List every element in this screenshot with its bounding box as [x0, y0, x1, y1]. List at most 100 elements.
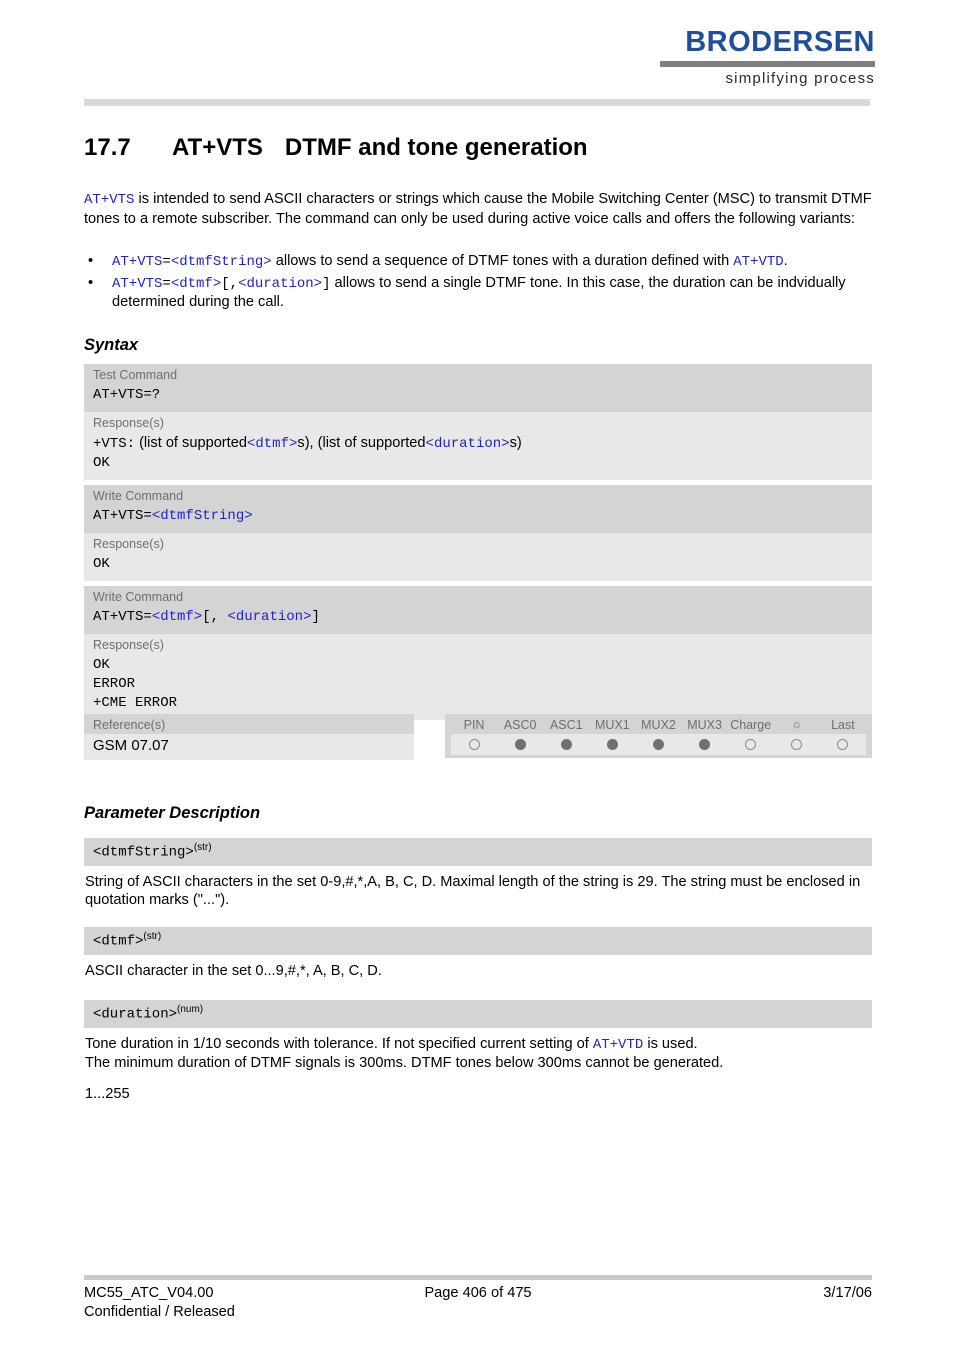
- response-line: +VTS: (list of supported<dtmf>s), (list …: [93, 434, 863, 454]
- command-bracket-open: [,: [202, 609, 228, 625]
- page-title: 17.7 AT+VTS DTMF and tone generation: [84, 134, 588, 162]
- response-line: OK: [93, 657, 110, 673]
- intro-command-ref: AT+VTS: [84, 192, 135, 208]
- reference-value: GSM 07.07: [84, 734, 414, 760]
- header-rule: [84, 99, 870, 106]
- logo-wordmark: BRODERSEN: [685, 26, 875, 58]
- duration-command-ref: AT+VTD: [592, 1036, 644, 1053]
- indicator-header-asc0: ASC0: [503, 718, 537, 732]
- dot-on-icon: [514, 739, 526, 750]
- command-label: Write Command: [93, 590, 184, 604]
- duration-text-2: is used.: [643, 1035, 698, 1052]
- indicator-cell-asc1: [543, 739, 589, 750]
- indicator-cell-alarm: [774, 739, 820, 750]
- footer-rule: [84, 1275, 872, 1280]
- response-text-2: s), (list of supported: [297, 435, 426, 451]
- brodersen-logo: BRODERSEN simplifying process: [660, 28, 875, 87]
- response-label: Response(s): [93, 638, 164, 652]
- response-param-1: <dtmf>: [246, 436, 298, 452]
- command-value: AT+VTS=<dtmfString>: [84, 505, 872, 533]
- parameter-name: <duration>: [93, 1006, 178, 1023]
- parameter-name: <dtmf>: [93, 933, 144, 950]
- indicator-header-row: PIN ASC0 ASC1 MUX1 MUX2 MUX3 Charge ☼ La…: [445, 714, 872, 734]
- indicator-cell-mux3: [682, 739, 728, 750]
- parameter-name: <dtmfString>: [93, 844, 194, 861]
- list-item: • AT+VTS=<dtmf>[,<duration>] allows to se…: [84, 274, 872, 312]
- syntax-group-write-command-string: Write Command AT+VTS=<dtmfString> Respon…: [84, 485, 872, 581]
- bullet-param: <dtmfString>: [170, 254, 272, 270]
- response-text-1: (list of supported: [135, 435, 247, 451]
- command-block: Test Command AT+VTS=?: [84, 364, 872, 412]
- list-item: • AT+VTS=<dtmfString> allows to send a se…: [84, 252, 872, 272]
- response-param-2: <duration>: [425, 436, 510, 452]
- section-command: AT+VTS: [172, 134, 263, 161]
- variant-list: • AT+VTS=<dtmfString> allows to send a se…: [84, 252, 872, 314]
- footer-date: 3/17/06: [823, 1285, 872, 1301]
- response-block: Response(s) +VTS: (list of supported<dtm…: [84, 412, 872, 480]
- dot-off-icon: [837, 739, 849, 750]
- response-label: Response(s): [93, 416, 164, 430]
- syntax-group-test-command: Test Command AT+VTS=? Response(s) +VTS: …: [84, 364, 872, 480]
- response-value: +VTS: (list of supported<dtmf>s), (list …: [84, 432, 872, 480]
- command-bracket-close: ]: [311, 609, 320, 625]
- dot-on-icon: [606, 739, 618, 750]
- parameter-name-bar: <dtmf>(str): [84, 927, 872, 955]
- indicator-cell-mux1: [589, 739, 635, 750]
- logo-divider-bar: [660, 61, 875, 67]
- parameter-block-dtmf: <dtmf>(str) ASCII character in the set 0…: [84, 927, 872, 980]
- capability-indicator-table: PIN ASC0 ASC1 MUX1 MUX2 MUX3 Charge ☼ La…: [445, 714, 872, 758]
- command-block: Write Command AT+VTS=<dtmf>[, <duration>…: [84, 586, 872, 634]
- indicator-cell-pin: [451, 739, 497, 750]
- response-block: Response(s) OK ERROR +CME ERROR: [84, 634, 872, 720]
- intro-paragraph: AT+VTS is intended to send ASCII charact…: [84, 190, 872, 228]
- dot-off-icon: [745, 739, 757, 750]
- dot-off-icon: [468, 739, 480, 750]
- response-line: ERROR: [93, 676, 136, 692]
- response-text-3: s): [509, 435, 522, 451]
- bullet-tail: .: [783, 253, 788, 269]
- parameter-type: (num): [177, 1004, 204, 1015]
- logo-tagline: simplifying process: [725, 70, 875, 87]
- dot-on-icon: [560, 739, 572, 750]
- command-label: Write Command: [93, 489, 184, 503]
- response-label: Response(s): [93, 537, 164, 551]
- indicator-header-mux2: MUX2: [641, 718, 676, 732]
- intro-body-text: is intended to send ASCII characters or …: [84, 191, 872, 227]
- indicator-header-mux1: MUX1: [595, 718, 630, 732]
- reference-box: Reference(s) GSM 07.07: [84, 714, 414, 760]
- indicator-header-mux3: MUX3: [687, 718, 722, 732]
- command-value: AT+VTS=<dtmf>[, <duration>]: [84, 606, 872, 634]
- section-number: 17.7: [84, 134, 131, 161]
- bullet-reference: AT+VTD: [733, 254, 784, 270]
- command-param: <dtmf>: [151, 609, 203, 625]
- reference-indicator-row: Reference(s) GSM 07.07 PIN ASC0 ASC1 MUX…: [84, 714, 872, 766]
- footer-line-1: MC55_ATC_V04.00 Page 406 of 475 3/17/06: [84, 1284, 872, 1303]
- parameter-description: ASCII character in the set 0...9,#,*, A,…: [85, 962, 382, 979]
- bullet-equals: =: [162, 275, 171, 292]
- footer-page-number: Page 406 of 475: [424, 1285, 532, 1301]
- dot-on-icon: [699, 739, 711, 750]
- response-line: +CME ERROR: [93, 695, 178, 711]
- parameter-description-line-1: Tone duration in 1/10 seconds with toler…: [85, 1035, 871, 1055]
- parameter-description-heading: Parameter Description: [84, 804, 261, 822]
- dot-on-icon: [652, 739, 664, 750]
- parameter-description-line-2: The minimum duration of DTMF signals is …: [85, 1055, 724, 1072]
- syntax-heading: Syntax: [84, 336, 139, 354]
- indicator-header-charge: Charge: [730, 718, 772, 732]
- command-label: Test Command: [93, 368, 178, 382]
- parameter-description: String of ASCII characters in the set 0-…: [85, 873, 861, 909]
- bullet-equals: =: [162, 254, 171, 270]
- bullet-param-2: <duration>: [238, 275, 323, 292]
- parameter-range: 1...255: [85, 1085, 130, 1102]
- command-param-2: <duration>: [227, 609, 312, 625]
- syntax-table: Test Command AT+VTS=? Response(s) +VTS: …: [84, 364, 872, 725]
- command-param: <dtmfString>: [151, 508, 253, 524]
- bullet-bracket-open: [,: [221, 275, 239, 292]
- parameter-block-dtmfstring: <dtmfString>(str) String of ASCII charac…: [84, 838, 872, 910]
- parameter-description: Tone duration in 1/10 seconds with toler…: [84, 1028, 872, 1104]
- response-block: Response(s) OK: [84, 533, 872, 581]
- bullet-command: AT+VTS: [112, 254, 163, 270]
- indicator-cell-charge: [728, 739, 774, 750]
- indicator-header-pin: PIN: [463, 718, 485, 732]
- footer-status: Confidential / Released: [84, 1304, 235, 1320]
